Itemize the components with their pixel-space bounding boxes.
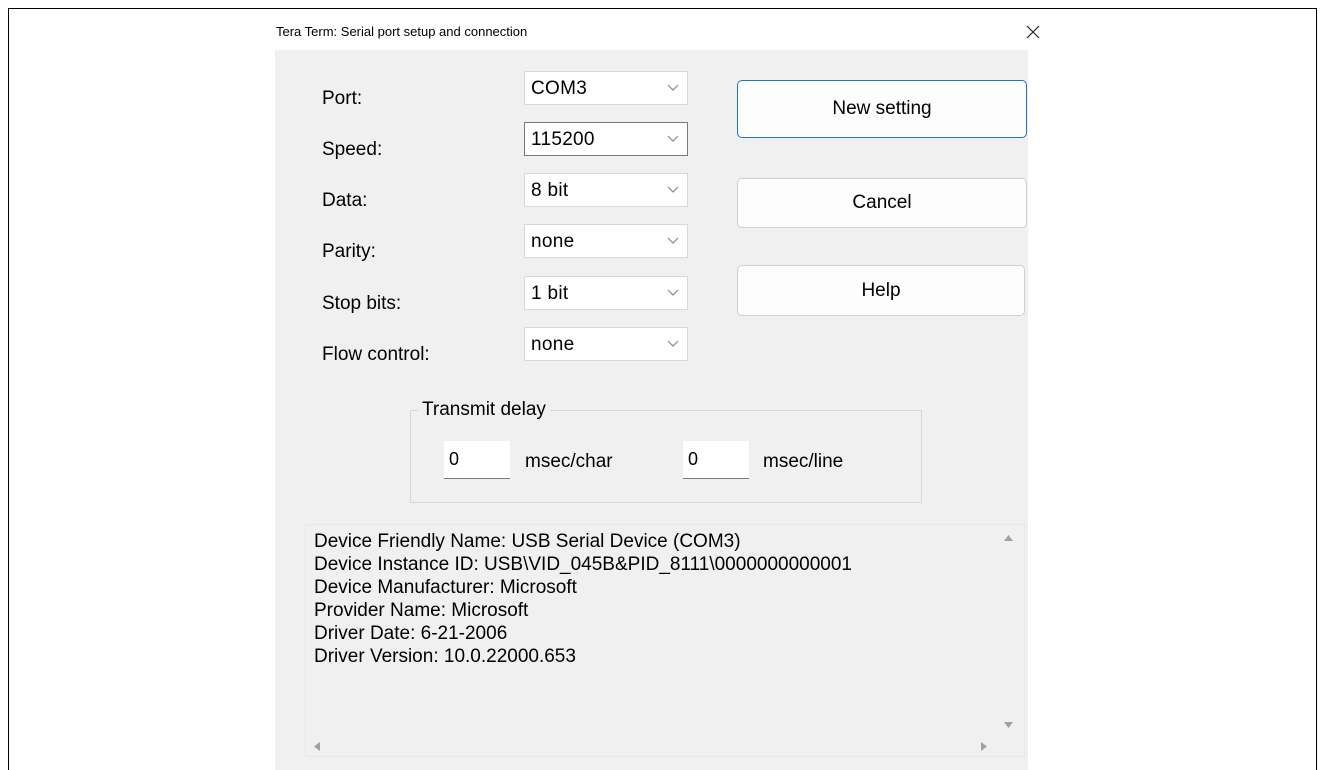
speed-label: Speed: — [322, 139, 383, 160]
speed-select[interactable]: 115200 — [524, 122, 688, 156]
parity-label: Parity: — [322, 241, 376, 262]
scroll-up-icon[interactable] — [1004, 535, 1013, 541]
chevron-down-icon — [667, 237, 679, 244]
new-setting-label: New setting — [832, 98, 932, 119]
client-edge-left — [272, 50, 275, 770]
data-label: Data: — [322, 190, 368, 211]
port-select[interactable]: COM3 — [524, 71, 688, 105]
chevron-down-icon — [667, 340, 679, 347]
device-info-line: Device Manufacturer: Microsoft — [314, 577, 577, 598]
port-label: Port: — [322, 88, 363, 109]
msec-line-value: 0 — [688, 449, 699, 469]
stop-bits-select[interactable]: 1 bit — [524, 276, 688, 310]
flow-control-value: none — [531, 334, 575, 355]
device-info-line: Driver Date: 6-21-2006 — [314, 623, 508, 644]
chevron-down-icon — [667, 135, 679, 142]
device-info-line: Device Friendly Name: USB Serial Device … — [314, 531, 741, 552]
data-select[interactable]: 8 bit — [524, 173, 688, 207]
msec-char-unit: msec/char — [525, 451, 613, 472]
close-icon — [1026, 25, 1040, 39]
flow-control-label: Flow control: — [322, 344, 430, 365]
parity-value: none — [531, 231, 575, 252]
parity-select[interactable]: none — [524, 224, 688, 258]
cancel-button[interactable]: Cancel — [737, 178, 1027, 228]
stop-bits-value: 1 bit — [531, 283, 569, 304]
transmit-delay-title: Transmit delay — [418, 399, 550, 421]
chevron-down-icon — [667, 186, 679, 193]
scroll-right-icon[interactable] — [981, 742, 987, 751]
chevron-down-icon — [667, 84, 679, 91]
stop-bits-label: Stop bits: — [322, 293, 402, 314]
msec-line-input[interactable]: 0 — [683, 441, 749, 479]
chevron-down-icon — [667, 289, 679, 296]
msec-line-unit: msec/line — [763, 451, 844, 472]
port-value: COM3 — [531, 78, 588, 99]
client-edge-right — [1028, 50, 1056, 770]
device-info-box[interactable]: Device Friendly Name: USB Serial Device … — [305, 524, 1025, 757]
device-info-text: Device Friendly Name: USB Serial Device … — [314, 530, 852, 668]
device-info-line: Driver Version: 10.0.22000.653 — [314, 646, 576, 667]
msec-char-input[interactable]: 0 — [444, 441, 510, 479]
scroll-down-icon[interactable] — [1004, 722, 1013, 728]
close-button[interactable] — [1010, 14, 1056, 50]
flow-control-select[interactable]: none — [524, 327, 688, 361]
title-bar: Tera Term: Serial port setup and connect… — [272, 14, 1056, 50]
help-label: Help — [861, 279, 901, 301]
new-setting-button[interactable]: New setting — [737, 80, 1027, 138]
window-title: Tera Term: Serial port setup and connect… — [276, 24, 528, 39]
scroll-left-icon[interactable] — [314, 742, 320, 751]
device-info-line: Device Instance ID: USB\VID_045B&PID_811… — [314, 554, 852, 575]
msec-char-value: 0 — [449, 449, 460, 469]
vertical-scrollbar[interactable] — [994, 525, 1024, 740]
data-value: 8 bit — [531, 180, 569, 201]
horizontal-scrollbar[interactable] — [306, 738, 996, 756]
serial-setup-dialog: Tera Term: Serial port setup and connect… — [272, 14, 1056, 770]
speed-value: 115200 — [531, 129, 595, 150]
device-info-line: Provider Name: Microsoft — [314, 600, 529, 621]
cancel-label: Cancel — [852, 192, 912, 213]
help-button[interactable]: Help — [737, 265, 1025, 316]
